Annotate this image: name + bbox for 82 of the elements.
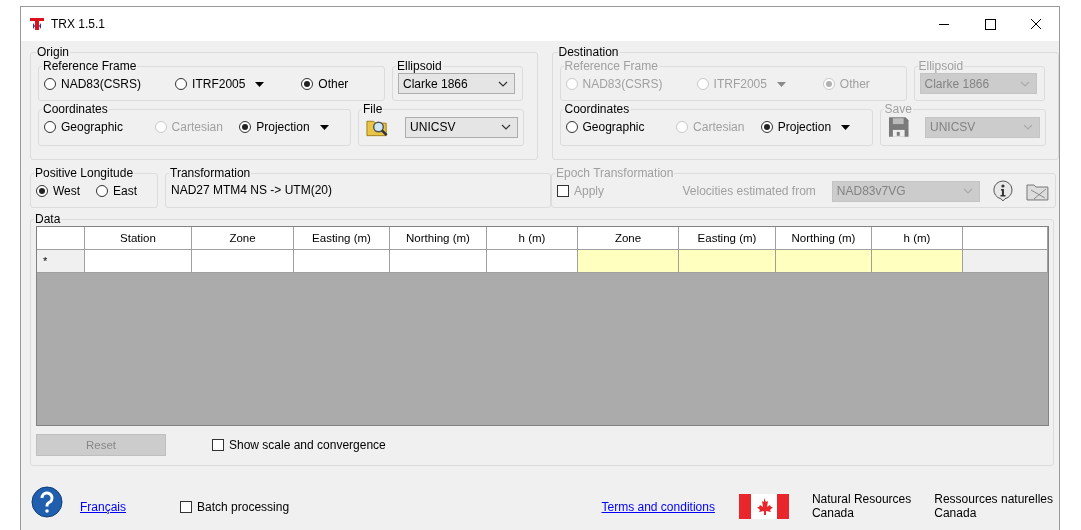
group-title: Ellipsoid [917,59,965,73]
caret-icon[interactable] [255,81,265,87]
table-cell[interactable] [85,250,192,273]
table-cell[interactable] [294,250,390,273]
info-icon[interactable] [992,180,1015,202]
option-label: Geographic [61,120,124,134]
column-header[interactable]: Northing (m) [776,227,872,250]
column-header[interactable]: h (m) [872,227,963,250]
radio-button[interactable] [760,121,773,133]
option-label: ITRF2005 [192,77,246,91]
table-cell[interactable] [578,250,679,273]
group-title: Data [34,212,62,226]
option-label: ITRF2005 [713,77,767,91]
radio-button[interactable] [96,185,108,197]
table-cell[interactable] [487,250,578,273]
column-header[interactable]: Station [85,227,192,250]
column-header[interactable]: Northing (m) [390,227,487,250]
row-marker: * [37,250,85,273]
radio-button[interactable] [239,121,252,133]
column-header[interactable]: Zone [192,227,294,250]
app-logo-icon [30,18,44,30]
velocities-label: Velocities estimated from [682,184,817,198]
chevron-down-icon [498,80,508,87]
terms-link[interactable]: Terms and conditions [601,500,715,514]
caret-icon[interactable] [841,124,851,130]
checkbox-label: Batch processing [197,500,290,514]
column-header[interactable]: h (m) [487,227,578,250]
dropdown[interactable]: UNICSV [405,116,518,138]
column-header[interactable]: Zone [578,227,679,250]
table-cell[interactable] [192,250,294,273]
language-link[interactable]: Français [80,500,126,514]
transformation-text: NAD27 MTM4 NS -> UTM(20) [171,182,334,199]
window-title: TRX 1.5.1 [51,17,106,31]
chevron-down-icon [501,124,511,130]
canada-flag-icon [738,493,789,519]
group-title: Coordinates [42,102,109,116]
table-cell[interactable] [872,250,963,273]
table-cell[interactable] [390,250,487,273]
option-label: Geographic [582,120,645,134]
agency-name: Natural Resources Canada [811,492,912,520]
option-label: Other [318,77,349,91]
chevron-down-icon [1022,124,1033,130]
chevron-down-icon [963,188,974,194]
group-title: Ellipsoid [396,59,443,73]
group-title: Reference Frame [42,59,138,73]
group-title: Reference Frame [563,59,659,73]
option-label: NAD83(CSRS) [61,77,141,91]
radio-button[interactable] [36,185,48,197]
option-label: Cartesian [171,120,223,134]
group-title: Coordinates [563,102,631,116]
group-title: File [362,102,384,116]
group-title: Positive Longitude [34,166,135,180]
option-label: East [113,184,137,198]
chevron-down-icon [1019,80,1030,87]
radio-button[interactable] [565,121,578,133]
help-icon[interactable] [31,486,63,518]
caret-icon[interactable] [319,124,329,130]
option-label: NAD83(CSRS) [582,77,663,91]
radio-button[interactable] [44,121,56,133]
option-label: Projection [777,120,832,134]
table-cell[interactable] [679,250,776,273]
option-label: Projection [256,120,310,134]
checkbox-label: Show scale and convergence [229,438,386,452]
radio-button[interactable] [44,78,56,90]
column-header[interactable]: Easting (m) [679,227,776,250]
radio-button[interactable] [301,78,314,90]
checkbox[interactable] [212,439,224,451]
option-label: West [53,184,81,198]
checkbox-label: Apply [574,184,605,198]
radio-button[interactable] [175,78,188,90]
agency-name: Ressources naturelles Canada [934,492,1053,520]
dropdown[interactable]: Clarke 1866 [398,73,515,94]
group-title: Epoch Transformation [555,166,675,180]
option-label: Other [839,77,870,91]
group-title: Destination [557,45,620,59]
group-title: Transformation [169,166,252,180]
group-title: Save [883,102,913,116]
group-title: Origin [36,45,70,59]
checkbox[interactable] [180,501,192,513]
option-label: Cartesian [693,120,745,134]
table-cell[interactable] [776,250,872,273]
column-header[interactable]: Easting (m) [294,227,390,250]
